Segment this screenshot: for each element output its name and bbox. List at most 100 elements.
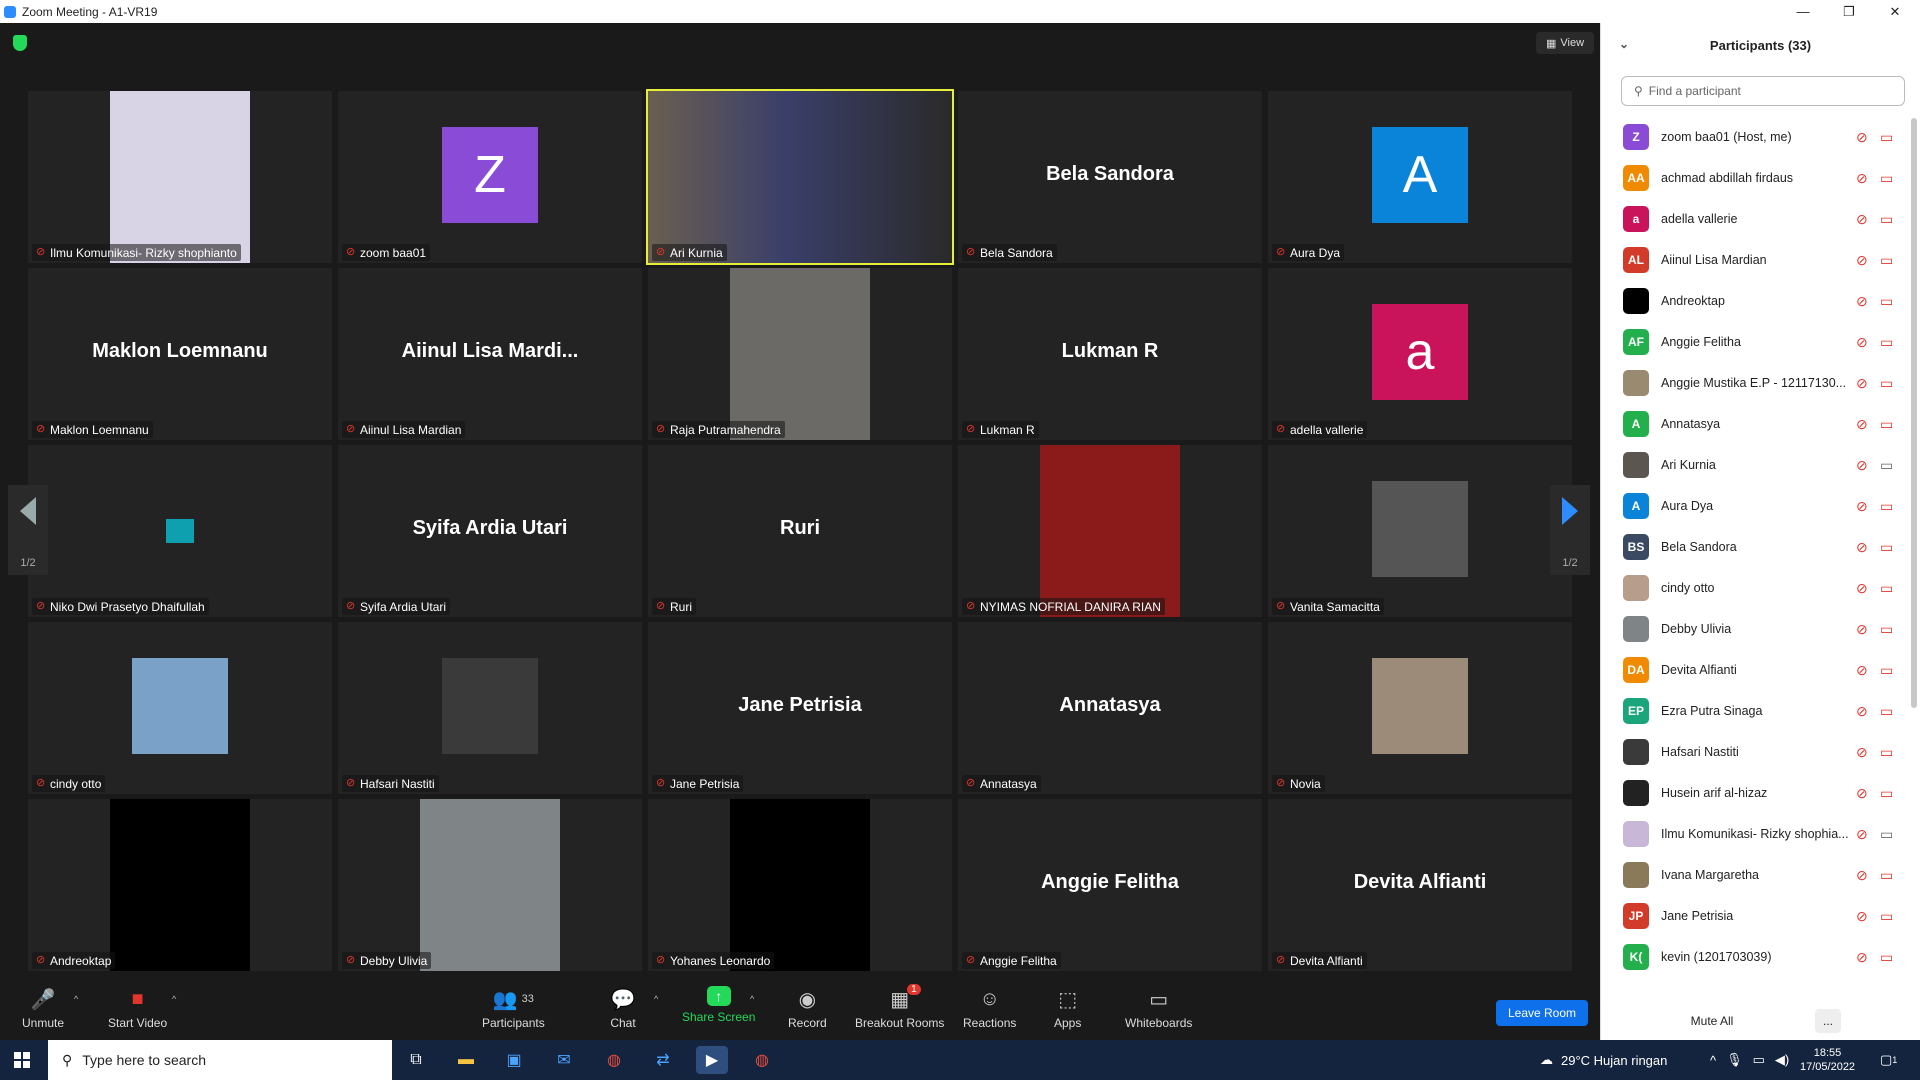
panel-scrollbar[interactable]: [1911, 118, 1917, 708]
muted-mic-icon[interactable]: ⊘: [1856, 498, 1868, 515]
video-off-icon[interactable]: ▭: [1880, 252, 1893, 269]
participant-row[interactable]: Anggie Mustika E.P - 12117130... ⊘ ▭: [1601, 362, 1911, 403]
next-page-button[interactable]: 1/2: [1550, 485, 1590, 575]
video-on-icon[interactable]: ▭: [1880, 457, 1893, 474]
muted-mic-icon[interactable]: ⊘: [1856, 949, 1868, 966]
clock[interactable]: 18:55 17/05/2022: [1800, 1040, 1855, 1080]
minimize-button[interactable]: —: [1780, 0, 1826, 23]
video-tile[interactable]: ⊘ Andreoktap: [28, 799, 332, 971]
taskbar-search-input[interactable]: ⚲ Type here to search: [48, 1040, 392, 1080]
video-off-icon[interactable]: ▭: [1880, 211, 1893, 228]
muted-mic-icon[interactable]: ⊘: [1856, 416, 1868, 433]
video-options-caret-icon[interactable]: ^: [172, 994, 176, 1004]
participants-button[interactable]: 👥 33 Participants: [482, 986, 545, 1031]
muted-mic-icon[interactable]: ⊘: [1856, 826, 1868, 843]
video-off-icon[interactable]: ▭: [1880, 293, 1893, 310]
zoom-app-icon[interactable]: ▶: [696, 1046, 728, 1074]
video-on-icon[interactable]: ▭: [1880, 826, 1893, 843]
video-off-icon[interactable]: ▭: [1880, 334, 1893, 351]
video-tile[interactable]: ⊘ cindy otto: [28, 622, 332, 794]
muted-mic-icon[interactable]: ⊘: [1856, 703, 1868, 720]
video-tile[interactable]: ⊘ Novia: [1268, 622, 1572, 794]
participant-row[interactable]: cindy otto ⊘ ▭: [1601, 567, 1911, 608]
participant-row[interactable]: Husein arif al-hizaz ⊘ ▭: [1601, 772, 1911, 813]
volume-icon[interactable]: ◀): [1775, 1052, 1789, 1068]
weather-widget[interactable]: ☁ 29°C Hujan ringan: [1540, 1040, 1667, 1080]
video-off-icon[interactable]: ▭: [1880, 170, 1893, 187]
participant-row[interactable]: A Annatasya ⊘ ▭: [1601, 403, 1911, 444]
muted-mic-icon[interactable]: ⊘: [1856, 252, 1868, 269]
video-off-icon[interactable]: ▭: [1880, 580, 1893, 597]
start-video-button[interactable]: ■ Start Video: [108, 986, 167, 1031]
video-off-icon[interactable]: ▭: [1880, 908, 1893, 925]
task-view-icon[interactable]: ⧉: [400, 1046, 432, 1074]
share-caret-icon[interactable]: ^: [750, 994, 754, 1004]
video-off-icon[interactable]: ▭: [1880, 785, 1893, 802]
muted-mic-icon[interactable]: ⊘: [1856, 621, 1868, 638]
participant-row[interactable]: Hafsari Nastiti ⊘ ▭: [1601, 731, 1911, 772]
breakout-rooms-button[interactable]: ▦ 1 Breakout Rooms: [855, 984, 944, 1030]
mute-all-button[interactable]: Mute All: [1669, 1009, 1755, 1033]
muted-mic-icon[interactable]: ⊘: [1856, 744, 1868, 761]
participant-row[interactable]: AL Aiinul Lisa Mardian ⊘ ▭: [1601, 239, 1911, 280]
windows-start-icon[interactable]: [14, 1052, 30, 1068]
video-off-icon[interactable]: ▭: [1880, 621, 1893, 638]
record-button[interactable]: ◉ Record: [788, 986, 827, 1031]
chrome-icon[interactable]: ◍: [598, 1046, 630, 1074]
maximize-button[interactable]: ❐: [1826, 0, 1872, 23]
video-tile[interactable]: ⊘ NYIMAS NOFRIAL DANIRA RIAN: [958, 445, 1262, 617]
share-screen-button[interactable]: ↑ Share Screen: [682, 986, 755, 1024]
video-tile[interactable]: Ruri ⊘ Ruri: [648, 445, 952, 617]
participant-row[interactable]: A Aura Dya ⊘ ▭: [1601, 485, 1911, 526]
video-tile[interactable]: ⊘ Hafsari Nastiti: [338, 622, 642, 794]
video-tile[interactable]: Annatasya ⊘ Annatasya: [958, 622, 1262, 794]
video-tile[interactable]: ⊘ Vanita Samacitta: [1268, 445, 1572, 617]
participant-row[interactable]: DA Devita Alfianti ⊘ ▭: [1601, 649, 1911, 690]
leave-room-button[interactable]: Leave Room: [1496, 1000, 1588, 1026]
shield-icon[interactable]: [13, 35, 27, 51]
mail-icon[interactable]: ✉: [548, 1046, 580, 1074]
chat-caret-icon[interactable]: ^: [654, 994, 658, 1004]
muted-mic-icon[interactable]: ⊘: [1856, 580, 1868, 597]
chevron-up-icon[interactable]: ^: [1710, 1053, 1716, 1068]
audio-options-caret-icon[interactable]: ^: [74, 994, 78, 1004]
video-tile[interactable]: Devita Alfianti ⊘ Devita Alfianti: [1268, 799, 1572, 971]
video-tile[interactable]: ⊘ Ari Kurnia: [646, 89, 954, 265]
chevron-down-icon[interactable]: ⌄: [1619, 37, 1629, 51]
participant-row[interactable]: AA achmad abdillah firdaus ⊘ ▭: [1601, 157, 1911, 198]
file-explorer-icon[interactable]: ▬: [450, 1046, 482, 1074]
teamviewer-icon[interactable]: ⇄: [647, 1046, 679, 1074]
whiteboards-button[interactable]: ▭ Whiteboards: [1125, 986, 1192, 1031]
video-off-icon[interactable]: ▭: [1880, 949, 1893, 966]
muted-mic-icon[interactable]: ⊘: [1856, 785, 1868, 802]
apps-button[interactable]: ⬚ Apps: [1054, 986, 1081, 1031]
muted-mic-icon[interactable]: ⊘: [1856, 375, 1868, 392]
participant-search-input[interactable]: ⚲ Find a participant: [1621, 76, 1905, 106]
muted-mic-icon[interactable]: ⊘: [1856, 129, 1868, 146]
video-tile[interactable]: ⊘ Yohanes Leonardo: [648, 799, 952, 971]
participant-row[interactable]: JP Jane Petrisia ⊘ ▭: [1601, 895, 1911, 936]
unmute-button[interactable]: 🎤 Unmute: [22, 986, 64, 1031]
muted-mic-icon[interactable]: ⊘: [1856, 170, 1868, 187]
video-tile[interactable]: a ⊘ adella vallerie: [1268, 268, 1572, 440]
network-icon[interactable]: ▭: [1753, 1052, 1765, 1068]
participant-row[interactable]: Ilmu Komunikasi- Rizky shophia... ⊘ ▭: [1601, 813, 1911, 854]
muted-mic-icon[interactable]: ⊘: [1856, 539, 1868, 556]
video-tile[interactable]: Z ⊘ zoom baa01: [338, 91, 642, 263]
video-tile[interactable]: ⊘ Debby Ulivia: [338, 799, 642, 971]
video-tile[interactable]: Jane Petrisia ⊘ Jane Petrisia: [648, 622, 952, 794]
microphone-icon[interactable]: 🎙: [1726, 1052, 1743, 1068]
muted-mic-icon[interactable]: ⊘: [1856, 662, 1868, 679]
video-tile[interactable]: Anggie Felitha ⊘ Anggie Felitha: [958, 799, 1262, 971]
participant-row[interactable]: Andreoktap ⊘ ▭: [1601, 280, 1911, 321]
close-button[interactable]: ✕: [1872, 0, 1918, 23]
video-tile[interactable]: Lukman R ⊘ Lukman R: [958, 268, 1262, 440]
view-button[interactable]: ▦ View: [1536, 32, 1594, 54]
store-icon[interactable]: ▣: [498, 1046, 530, 1074]
video-off-icon[interactable]: ▭: [1880, 539, 1893, 556]
previous-page-button[interactable]: 1/2: [8, 485, 48, 575]
video-tile[interactable]: ⊘ Raja Putramahendra: [648, 268, 952, 440]
video-off-icon[interactable]: ▭: [1880, 375, 1893, 392]
video-off-icon[interactable]: ▭: [1880, 867, 1893, 884]
chrome-profile-icon[interactable]: ◍: [746, 1046, 778, 1074]
